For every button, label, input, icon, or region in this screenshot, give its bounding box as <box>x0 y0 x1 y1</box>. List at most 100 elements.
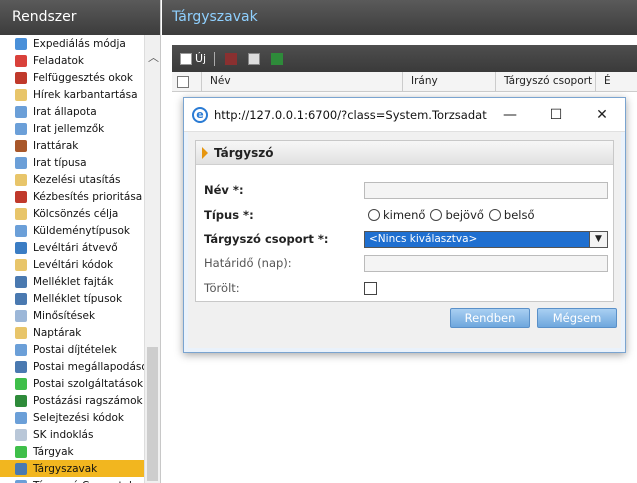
sidebar-item[interactable]: Levéltári kódok <box>0 256 144 273</box>
sidebar-item-label: Irat jellemzők <box>33 122 105 135</box>
sidebar-item[interactable]: Irat típusa <box>0 154 144 171</box>
new-document-icon <box>180 52 192 65</box>
print-icon <box>248 52 261 65</box>
sidebar-item[interactable]: Minősítések <box>0 307 144 324</box>
sidebar-item[interactable]: Küldeménytípusok <box>0 222 144 239</box>
sidebar-item[interactable]: Irat állapota <box>0 103 144 120</box>
sidebar-item[interactable]: Naptárak <box>0 324 144 341</box>
list-item-icon <box>15 394 27 407</box>
list-item-icon <box>15 156 27 169</box>
cancel-button[interactable]: Mégsem <box>537 308 617 328</box>
ok-button[interactable]: Rendben <box>450 308 530 328</box>
delete-button[interactable] <box>225 52 240 65</box>
print-button[interactable] <box>248 52 263 65</box>
group-select[interactable]: <Nincs kiválasztva> ▼ <box>364 230 608 248</box>
type-radio-outgoing[interactable]: kimenő <box>368 208 425 222</box>
select-all-checkbox[interactable] <box>177 76 189 88</box>
sidebar-item[interactable]: Postázási ragszámok <box>0 392 144 409</box>
toolbar: Új <box>172 45 637 72</box>
grid-panel: Új Név Irány Tárgyszó csoport É <box>172 45 637 95</box>
popup-titlebar: e http://127.0.0.1:6700/?class=System.To… <box>184 98 625 132</box>
close-icon[interactable]: ✕ <box>579 107 625 123</box>
column-header-name[interactable]: Név <box>202 72 403 92</box>
column-header-direction[interactable]: Irány <box>403 72 496 92</box>
list-item-icon <box>15 326 27 339</box>
sidebar-item[interactable]: Levéltári átvevő <box>0 239 144 256</box>
group-row: Tárgyszó csoport *: <Nincs kiválasztva> … <box>196 228 613 250</box>
sidebar-item[interactable]: Kezelési utasítás <box>0 171 144 188</box>
sidebar-item[interactable]: SK indoklás <box>0 426 144 443</box>
column-header-group[interactable]: Tárgyszó csoport <box>496 72 596 92</box>
list-item-icon <box>15 258 27 271</box>
name-input[interactable] <box>364 181 608 199</box>
sidebar-item[interactable]: Melléklet típusok <box>0 290 144 307</box>
deleted-row: Törölt: <box>196 277 613 299</box>
list-item-icon <box>15 275 27 288</box>
deadline-row: Határidő (nap): <box>196 252 613 274</box>
list-item-icon <box>15 343 27 356</box>
radio-circle-icon <box>430 209 443 221</box>
excel-export-button[interactable] <box>271 52 286 65</box>
sidebar-item[interactable]: Postai szolgáltatások <box>0 375 144 392</box>
popup-window: e http://127.0.0.1:6700/?class=System.To… <box>183 97 626 353</box>
list-item-icon <box>15 411 27 424</box>
sidebar-item[interactable]: Postai díjtételek <box>0 341 144 358</box>
sidebar-item-label: Tárgyszó Csoportok <box>33 480 135 483</box>
sidebar-item-label: Naptárak <box>33 326 82 339</box>
deleted-checkbox[interactable] <box>364 281 377 295</box>
sidebar-item[interactable]: Melléklet fajták <box>0 273 144 290</box>
select-all-cell <box>172 72 202 92</box>
list-item-icon <box>15 224 27 237</box>
type-radio-internal[interactable]: belső <box>488 208 535 222</box>
grid-header: Név Irány Tárgyszó csoport É <box>172 72 637 92</box>
sidebar-item-label: Expediálás módja <box>33 37 126 50</box>
sidebar-item-label: Hírek karbantartása <box>33 88 138 101</box>
sidebar-item[interactable]: Tárgyszavak <box>0 460 144 477</box>
sidebar-item-label: Kölcsönzés célja <box>33 207 119 220</box>
sidebar-item[interactable]: Expediálás módja <box>0 35 144 52</box>
list-item-icon <box>15 105 27 118</box>
sidebar-item[interactable]: Tárgyak <box>0 443 144 460</box>
deadline-input[interactable] <box>364 254 608 272</box>
scroll-up-icon[interactable]: ︿ <box>148 49 159 65</box>
sidebar: Rendszer Expediálás módja Feladatok Felfüg… <box>0 0 161 483</box>
sidebar-item-label: Minősítések <box>33 309 96 322</box>
list-item-icon <box>15 54 27 67</box>
sidebar-item-label: Postai díjtételek <box>33 343 117 356</box>
new-button[interactable]: Új <box>180 52 206 65</box>
new-button-label: Új <box>195 52 207 65</box>
sidebar-item[interactable]: Irat jellemzők <box>0 120 144 137</box>
delete-icon <box>225 52 238 65</box>
sidebar-item[interactable]: Postai megállapodások <box>0 358 144 375</box>
chevron-down-icon[interactable]: ▼ <box>589 231 607 247</box>
list-item-icon <box>15 445 27 458</box>
sidebar-item[interactable]: Irattárak <box>0 137 144 154</box>
type-radio-group: kimenő bejövő belső <box>368 208 540 222</box>
toolbar-separator <box>214 51 216 66</box>
type-radio-incoming[interactable]: bejövő <box>430 208 484 222</box>
sidebar-item-label: Melléklet fajták <box>33 275 114 288</box>
form-title-text: Tárgyszó <box>214 145 274 160</box>
internet-explorer-icon: e <box>192 106 208 123</box>
sidebar-item-label: Kézbesítés prioritása <box>33 190 143 203</box>
sidebar-item[interactable]: Feladatok <box>0 52 144 69</box>
minimize-icon[interactable]: — <box>487 107 533 123</box>
sidebar-item[interactable]: Felfüggesztés okok <box>0 69 144 86</box>
name-row: Név *: <box>196 179 613 201</box>
sidebar-item[interactable]: Kölcsönzés célja <box>0 205 144 222</box>
popup-url: http://127.0.0.1:6700/?class=System.Torz… <box>214 107 487 122</box>
deadline-label: Határidő (nap): <box>204 256 292 270</box>
scroll-thumb[interactable] <box>147 347 158 481</box>
column-header-truncated[interactable]: É <box>596 72 626 92</box>
sidebar-item[interactable]: Tárgyszó Csoportok <box>0 477 144 483</box>
group-label: Tárgyszó csoport *: <box>204 232 329 246</box>
sidebar-item-label: Irat állapota <box>33 105 97 118</box>
sidebar-item[interactable]: Selejtezési kódok <box>0 409 144 426</box>
sidebar-item[interactable]: Kézbesítés prioritása <box>0 188 144 205</box>
list-item-icon <box>15 139 27 152</box>
sidebar-item[interactable]: Hírek karbantartása <box>0 86 144 103</box>
maximize-icon[interactable]: ☐ <box>533 107 579 123</box>
sidebar-scrollbar[interactable]: ︿ <box>144 35 160 483</box>
list-item-icon <box>15 88 27 101</box>
name-label: Név *: <box>204 183 244 197</box>
